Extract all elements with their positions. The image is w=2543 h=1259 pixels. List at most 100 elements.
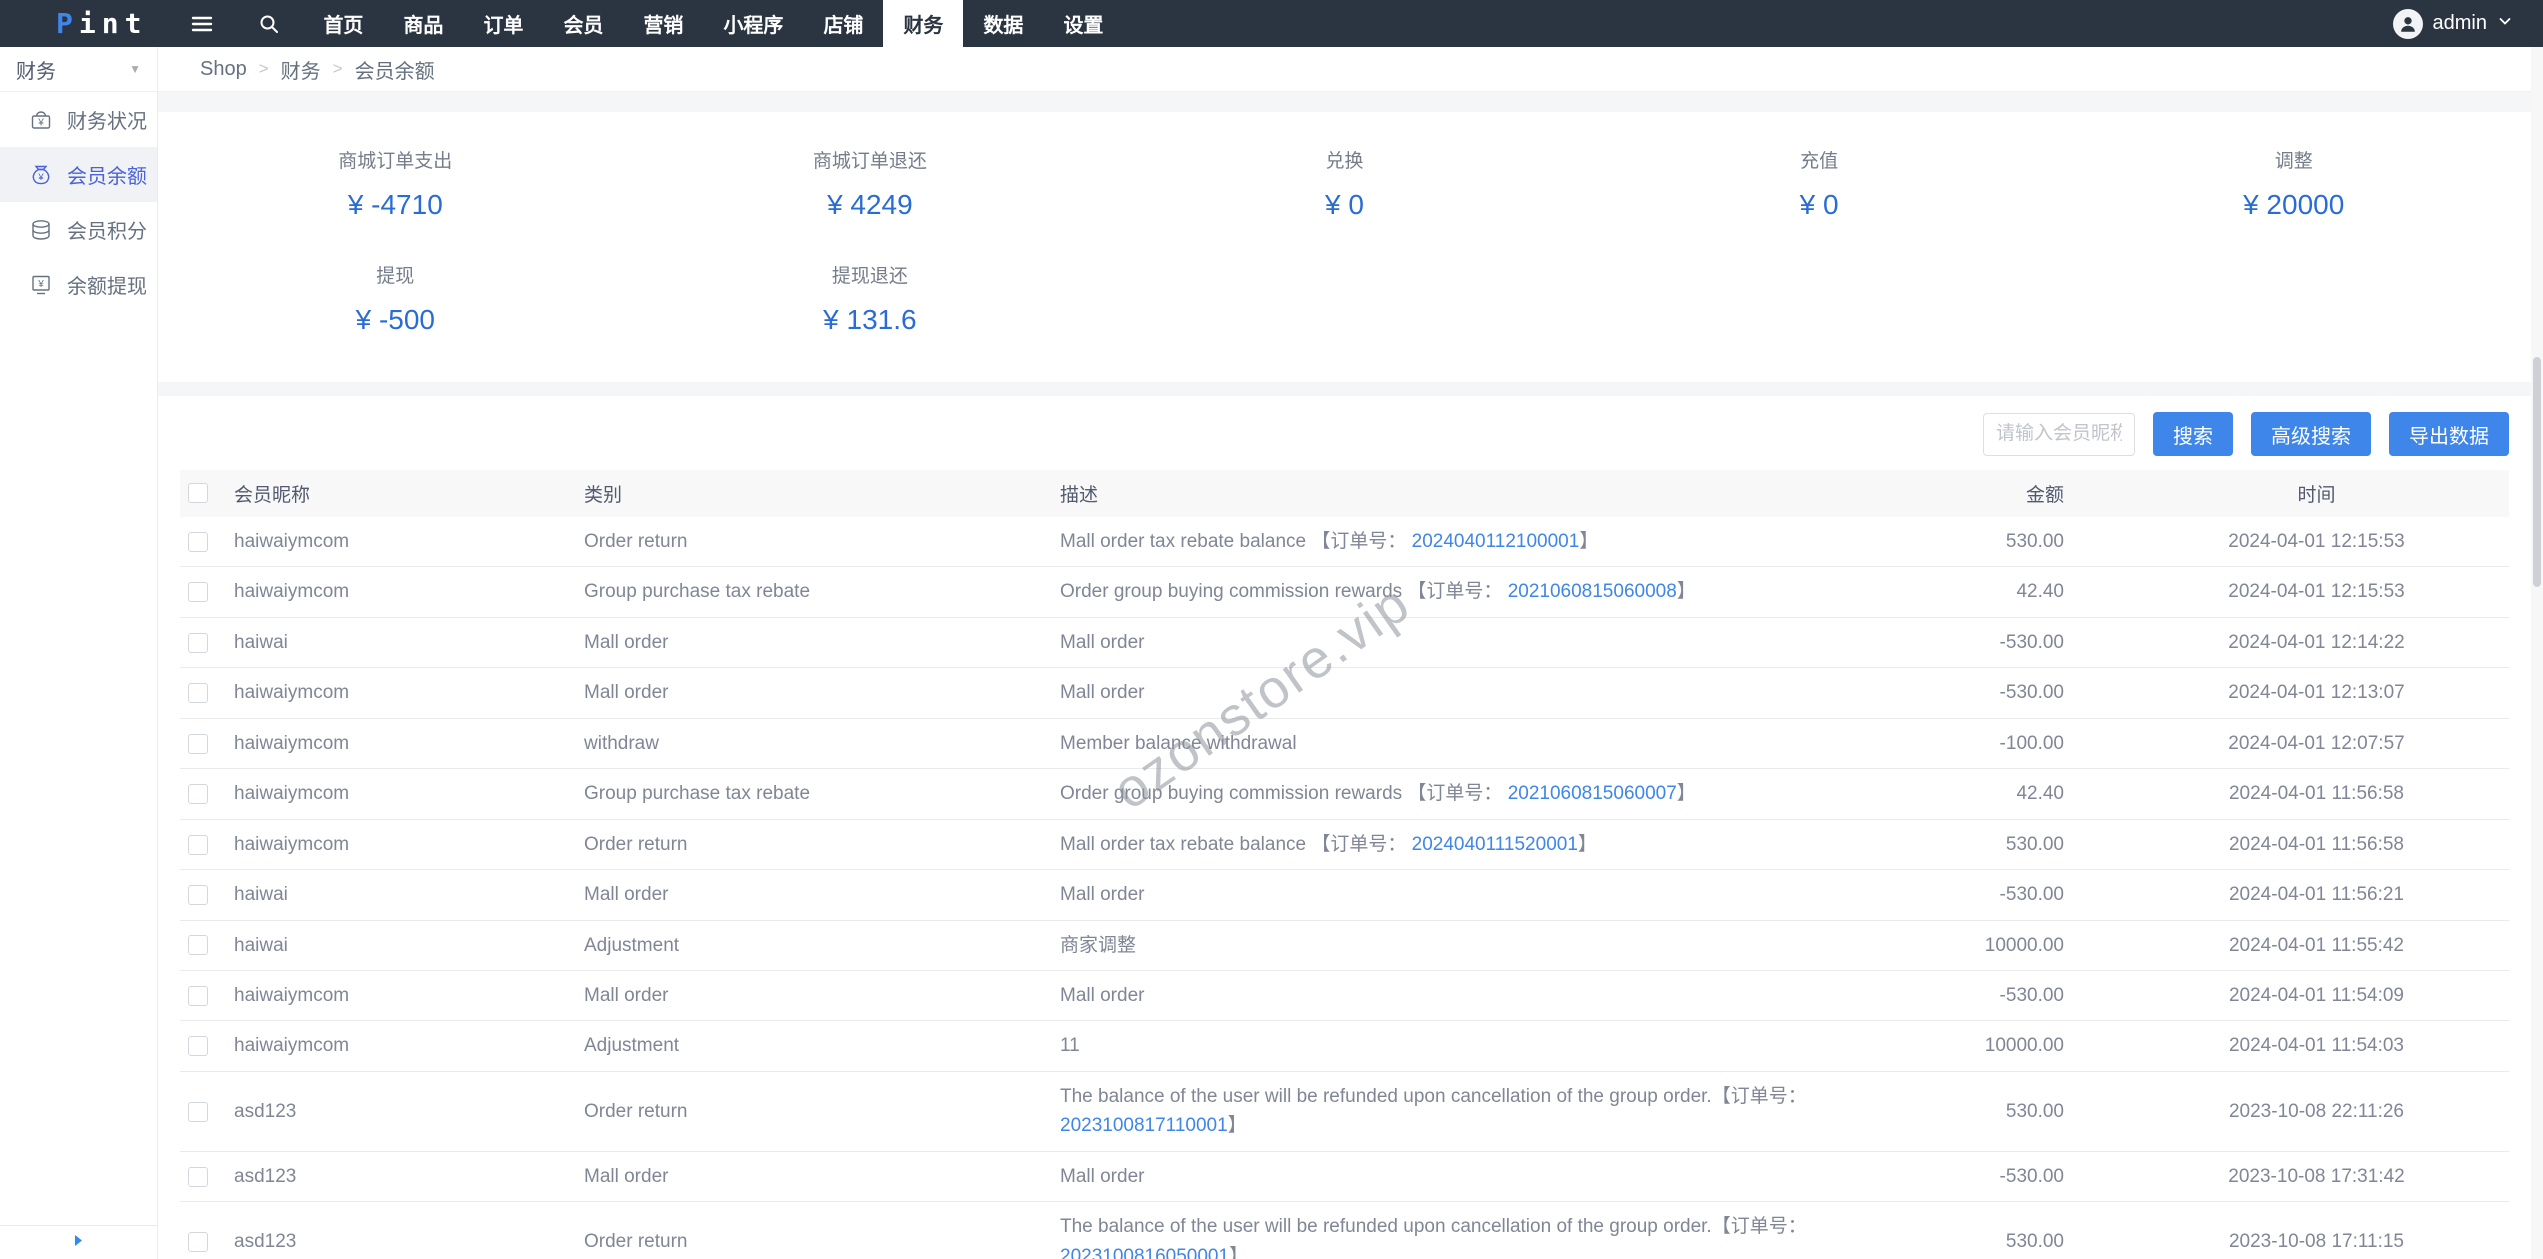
- order-number-link[interactable]: 2023100816050001: [1060, 1246, 1229, 1259]
- cell-time: 2024-04-01 11:56:58: [2072, 819, 2509, 871]
- stat-item: 调整 ¥ 20000: [2056, 146, 2531, 221]
- nav-item-marketing[interactable]: 营销: [623, 0, 703, 47]
- cell-time: 2023-10-08 22:11:26: [2072, 1071, 2509, 1152]
- row-checkbox[interactable]: [188, 1101, 208, 1122]
- nav-item-finance[interactable]: 财务: [883, 0, 964, 47]
- header-time: 时间: [2072, 470, 2509, 517]
- row-checkbox[interactable]: [188, 531, 208, 552]
- nav-item-miniapp[interactable]: 小程序: [703, 0, 803, 47]
- balance-table-card: 搜索 高级搜索 导出数据 会员昵称 类别 描述 金额 时间 haiwaiymco…: [158, 396, 2531, 1259]
- balance-stats-card: 商城订单支出 ¥ -4710 商城订单退还 ¥ 4249 兑换 ¥ 0 充值 ¥ 0 调整 ¥ 2…: [158, 112, 2531, 382]
- cell-description: Mall order: [1052, 970, 1882, 1022]
- order-number-link[interactable]: 2024040112100001: [1412, 531, 1580, 552]
- cell-description: Mall order: [1052, 617, 1882, 669]
- svg-text:¥: ¥: [37, 172, 44, 183]
- cell-nickname: asd123: [226, 1071, 576, 1152]
- breadcrumb-item[interactable]: Shop: [200, 58, 247, 81]
- order-number-link[interactable]: 2024040111520001: [1412, 834, 1578, 855]
- hamburger-menu-icon[interactable]: [189, 11, 215, 37]
- nav-item-data[interactable]: 数据: [963, 0, 1043, 47]
- row-checkbox[interactable]: [188, 784, 208, 805]
- sidebar-expand-icon[interactable]: [72, 1234, 85, 1252]
- nav-item-members[interactable]: 会员: [543, 0, 623, 47]
- table-row: haiwai Mall order Mall order -530.00 2024-04…: [180, 617, 2509, 669]
- search-input[interactable]: [1983, 412, 2135, 456]
- row-checkbox[interactable]: [188, 632, 208, 653]
- sidebar-item-member-points[interactable]: 会员积分: [0, 202, 157, 257]
- cell-type: Adjustment: [576, 1020, 1052, 1072]
- row-checkbox[interactable]: [188, 582, 208, 603]
- admin-name: admin: [2432, 12, 2487, 34]
- table-row: haiwaiymcom Order return Mall order tax re…: [180, 819, 2509, 871]
- stat-value: ¥ -4710: [347, 189, 443, 220]
- sidebar-item-finance-status[interactable]: ¥ 财务状况: [0, 92, 157, 147]
- coins-icon: [28, 217, 54, 243]
- svg-text:¥: ¥: [37, 278, 44, 289]
- table-row: haiwai Mall order Mall order -530.00 2024-04…: [180, 869, 2509, 921]
- cell-type: Group purchase tax rebate: [576, 566, 1052, 618]
- cell-amount: 530.00: [1882, 517, 2072, 568]
- cell-amount: -530.00: [1882, 970, 2072, 1022]
- row-checkbox[interactable]: [188, 935, 208, 956]
- cell-description: The balance of the user will be refunded…: [1052, 1071, 1882, 1152]
- row-checkbox[interactable]: [188, 985, 208, 1006]
- row-checkbox[interactable]: [188, 834, 208, 855]
- table-row: haiwaiymcom Group purchase tax rebate Orde…: [180, 566, 2509, 618]
- sidebar-item-label: 会员积分: [67, 221, 147, 243]
- table-row: asd123 Order return The balance of the use…: [180, 1071, 2509, 1152]
- header-nickname: 会员昵称: [226, 470, 576, 517]
- row-checkbox[interactable]: [188, 1166, 208, 1187]
- row-checkbox[interactable]: [188, 1231, 208, 1252]
- stat-item: 充值 ¥ 0: [1582, 146, 2057, 221]
- row-checkbox[interactable]: [188, 885, 208, 906]
- cell-nickname: haiwai: [226, 869, 576, 921]
- stat-label: 兑换: [1325, 151, 1364, 172]
- order-number-link[interactable]: 2021060815060008: [1508, 581, 1677, 602]
- breadcrumb: Shop > 财务 > 会员余额: [158, 47, 2531, 92]
- stat-value: ¥ 0: [1325, 189, 1364, 220]
- nav-item-settings[interactable]: 设置: [1043, 0, 1123, 47]
- stat-label: 提现退还: [831, 266, 908, 287]
- order-number-link[interactable]: 2023100817110001: [1060, 1115, 1228, 1136]
- cell-amount: -530.00: [1882, 1151, 2072, 1203]
- sidebar-item-member-balance[interactable]: ¥ 会员余额: [0, 147, 157, 202]
- page-scrollbar: [2531, 47, 2543, 1259]
- nav-item-orders[interactable]: 订单: [463, 0, 543, 47]
- search-icon[interactable]: [257, 12, 281, 36]
- row-checkbox[interactable]: [188, 733, 208, 754]
- cell-type: Order return: [576, 1071, 1052, 1152]
- stat-label: 商城订单退还: [812, 151, 927, 172]
- export-data-button[interactable]: 导出数据: [2389, 412, 2509, 456]
- row-checkbox[interactable]: [188, 683, 208, 704]
- cell-description: Mall order: [1052, 869, 1882, 921]
- cell-type: Mall order: [576, 970, 1052, 1022]
- advanced-search-button[interactable]: 高级搜索: [2251, 412, 2371, 456]
- cell-type: Mall order: [576, 667, 1052, 719]
- cell-description: Mall order tax rebate balance 【订单号： 2024…: [1052, 819, 1882, 871]
- breadcrumb-item[interactable]: 财务: [281, 55, 321, 84]
- cell-nickname: haiwaiymcom: [226, 718, 576, 770]
- cell-time: 2024-04-01 11:56:21: [2072, 869, 2509, 921]
- nav-item-shop[interactable]: 店铺: [803, 0, 883, 47]
- admin-menu[interactable]: admin: [2392, 8, 2513, 39]
- nav-item-goods[interactable]: 商品: [383, 0, 463, 47]
- search-button[interactable]: 搜索: [2153, 412, 2233, 456]
- cell-description: Order group buying commission rewards 【订…: [1052, 768, 1882, 820]
- avatar: [2392, 8, 2423, 39]
- cell-nickname: haiwaiymcom: [226, 517, 576, 568]
- row-checkbox[interactable]: [188, 1036, 208, 1057]
- cell-nickname: haiwaiymcom: [226, 819, 576, 871]
- order-number-link[interactable]: 2021060815060007: [1508, 783, 1677, 804]
- nav-item-home[interactable]: 首页: [303, 0, 383, 47]
- topnav: Pint 首页 商品 订单 会员 营销 小程序 店铺 财务 数据 设置 admin: [0, 0, 2543, 47]
- stat-label: 提现: [376, 266, 415, 287]
- select-all-checkbox[interactable]: [188, 483, 208, 504]
- breadcrumb-item[interactable]: 会员余额: [355, 55, 435, 84]
- scrollbar-thumb[interactable]: [2533, 357, 2541, 587]
- sidebar-item-balance-withdraw[interactable]: ¥ 余额提现: [0, 257, 157, 312]
- stat-value: ¥ -500: [355, 304, 435, 335]
- sidebar-collapse-caret-icon[interactable]: ▼: [129, 62, 141, 76]
- stat-label: 调整: [2274, 151, 2313, 172]
- cell-type: Adjustment: [576, 920, 1052, 971]
- cell-description: Mall order: [1052, 667, 1882, 719]
